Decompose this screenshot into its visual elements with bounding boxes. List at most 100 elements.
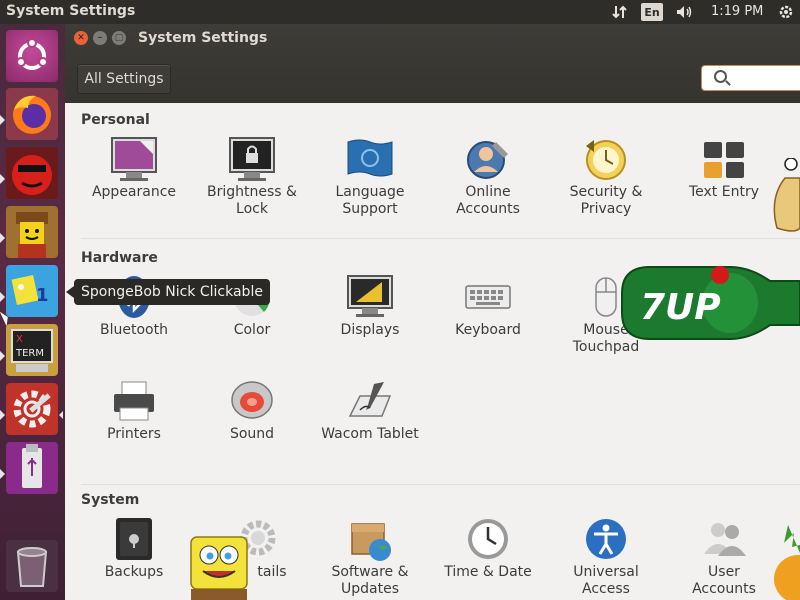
item-time-date[interactable]: Time & Date (429, 516, 547, 581)
search-input[interactable] (732, 69, 797, 87)
software-box-globe-icon (346, 516, 394, 562)
item-sound[interactable]: Sound (193, 378, 311, 443)
top-panel: System Settings En 1:19 PM (0, 0, 800, 24)
pirate-map-overlay-icon (765, 157, 800, 248)
item-label: Color (233, 322, 271, 338)
language-indicator[interactable]: En (641, 3, 663, 21)
svg-text:TERM: TERM (15, 348, 44, 359)
item-label: Language (335, 184, 405, 200)
seven-up-logo-text: 7UP (640, 287, 721, 328)
network-arrows-icon[interactable] (610, 0, 630, 24)
brightness-lock-icon (228, 136, 276, 182)
item-backups[interactable]: Backups (75, 516, 193, 581)
firefox-icon[interactable] (6, 88, 58, 140)
item-displays[interactable]: Displays (311, 274, 429, 339)
item-label: Displays (340, 322, 400, 338)
tooltip-arrow (66, 286, 74, 298)
settings-content: Personal Appearance Brightness & Lock La… (65, 103, 800, 600)
red-face-app-icon[interactable] (6, 147, 58, 199)
xterm-icon[interactable]: X TERM (6, 324, 58, 376)
section-divider (81, 484, 800, 485)
ubuntu-dash-icon[interactable] (6, 30, 58, 82)
user-accounts-icon (700, 516, 748, 562)
item-security-privacy[interactable]: Security & Privacy (547, 136, 665, 218)
item-universal-access[interactable]: Universal Access (547, 516, 665, 598)
item-label: Accounts (692, 581, 756, 597)
section-title-system: System (81, 492, 140, 508)
maximize-icon[interactable]: ▢ (112, 31, 126, 45)
item-label: Wacom Tablet (321, 426, 419, 442)
item-label: Keyboard (455, 322, 521, 338)
section-divider (81, 238, 800, 239)
item-appearance[interactable]: Appearance (75, 136, 193, 201)
item-language-support[interactable]: Language Support (311, 136, 429, 218)
item-label: Backups (104, 564, 164, 580)
close-icon[interactable]: ✕ (74, 31, 88, 45)
printer-icon (110, 378, 158, 424)
running-indicator (0, 174, 5, 184)
search-box[interactable] (701, 65, 800, 91)
item-brightness-lock[interactable]: Brightness & Lock (193, 136, 311, 218)
volume-icon[interactable] (673, 0, 697, 24)
backups-safe-icon (110, 516, 158, 562)
item-user-accounts[interactable]: User Accounts (665, 516, 783, 598)
keyboard-icon (464, 274, 512, 320)
item-printers[interactable]: Printers (75, 378, 193, 443)
sound-speaker-icon (228, 378, 276, 424)
wacom-tablet-icon (346, 378, 394, 424)
running-indicator (0, 351, 5, 361)
trash-icon[interactable] (6, 540, 58, 592)
item-label: Online (465, 184, 511, 200)
search-icon (714, 70, 727, 83)
running-indicator (0, 115, 5, 125)
window-titlebar: ✕ – ▢ System Settings All Settings (65, 24, 800, 103)
power-gear-icon[interactable] (776, 0, 796, 24)
item-label: Appearance (91, 184, 177, 200)
launcher-tooltip: SpongeBob Nick Clickable (74, 279, 270, 305)
item-label: Access (582, 581, 630, 597)
lego-figure-app-icon[interactable] (6, 206, 58, 258)
minimize-icon[interactable]: – (93, 31, 107, 45)
spongebob-nick-clickable-icon[interactable]: 1 (6, 265, 58, 317)
top-panel-title: System Settings (6, 3, 136, 19)
item-label: Accounts (456, 201, 520, 217)
window-title: System Settings (138, 30, 268, 46)
usb-drive-icon[interactable] (6, 442, 58, 494)
svg-text:X: X (16, 334, 23, 345)
item-label: Printers (107, 426, 161, 442)
item-online-accounts[interactable]: Online Accounts (429, 136, 547, 218)
spongebob-overlay-icon (185, 533, 255, 600)
system-settings-icon[interactable] (6, 383, 58, 435)
online-accounts-icon (464, 136, 512, 182)
displays-icon (346, 274, 394, 320)
item-label: User (708, 564, 740, 580)
section-title-hardware: Hardware (81, 250, 158, 266)
text-entry-keys-icon (700, 136, 748, 182)
running-indicator (0, 469, 5, 479)
item-label: Bluetooth (100, 322, 168, 338)
security-clock-icon (582, 136, 630, 182)
item-software-updates[interactable]: Software & Updates (311, 516, 429, 598)
universal-access-icon (582, 516, 630, 562)
item-keyboard[interactable]: Keyboard (429, 274, 547, 339)
seven-up-bottle-overlay-icon: 7UP (620, 263, 800, 353)
appearance-icon (110, 136, 158, 182)
running-indicator (0, 410, 5, 420)
pineapple-overlay-icon (770, 523, 800, 600)
item-label: Time & Date (444, 564, 532, 580)
item-label: Software & (331, 564, 409, 580)
svg-text:1: 1 (36, 285, 49, 306)
all-settings-button[interactable]: All Settings (77, 64, 171, 94)
item-wacom-tablet[interactable]: Wacom Tablet (311, 378, 429, 443)
focused-indicator (59, 411, 63, 419)
running-indicator (0, 292, 5, 302)
item-label: Lock (236, 201, 268, 217)
item-label: Brightness & (207, 184, 297, 200)
item-label: Security & (569, 184, 643, 200)
item-label: Updates (341, 581, 399, 597)
item-label: Sound (229, 426, 275, 442)
clock[interactable]: 1:19 PM (711, 4, 763, 19)
system-settings-window: ✕ – ▢ System Settings All Settings Perso… (65, 24, 800, 600)
running-indicator (0, 233, 5, 243)
clock-icon (464, 516, 512, 562)
